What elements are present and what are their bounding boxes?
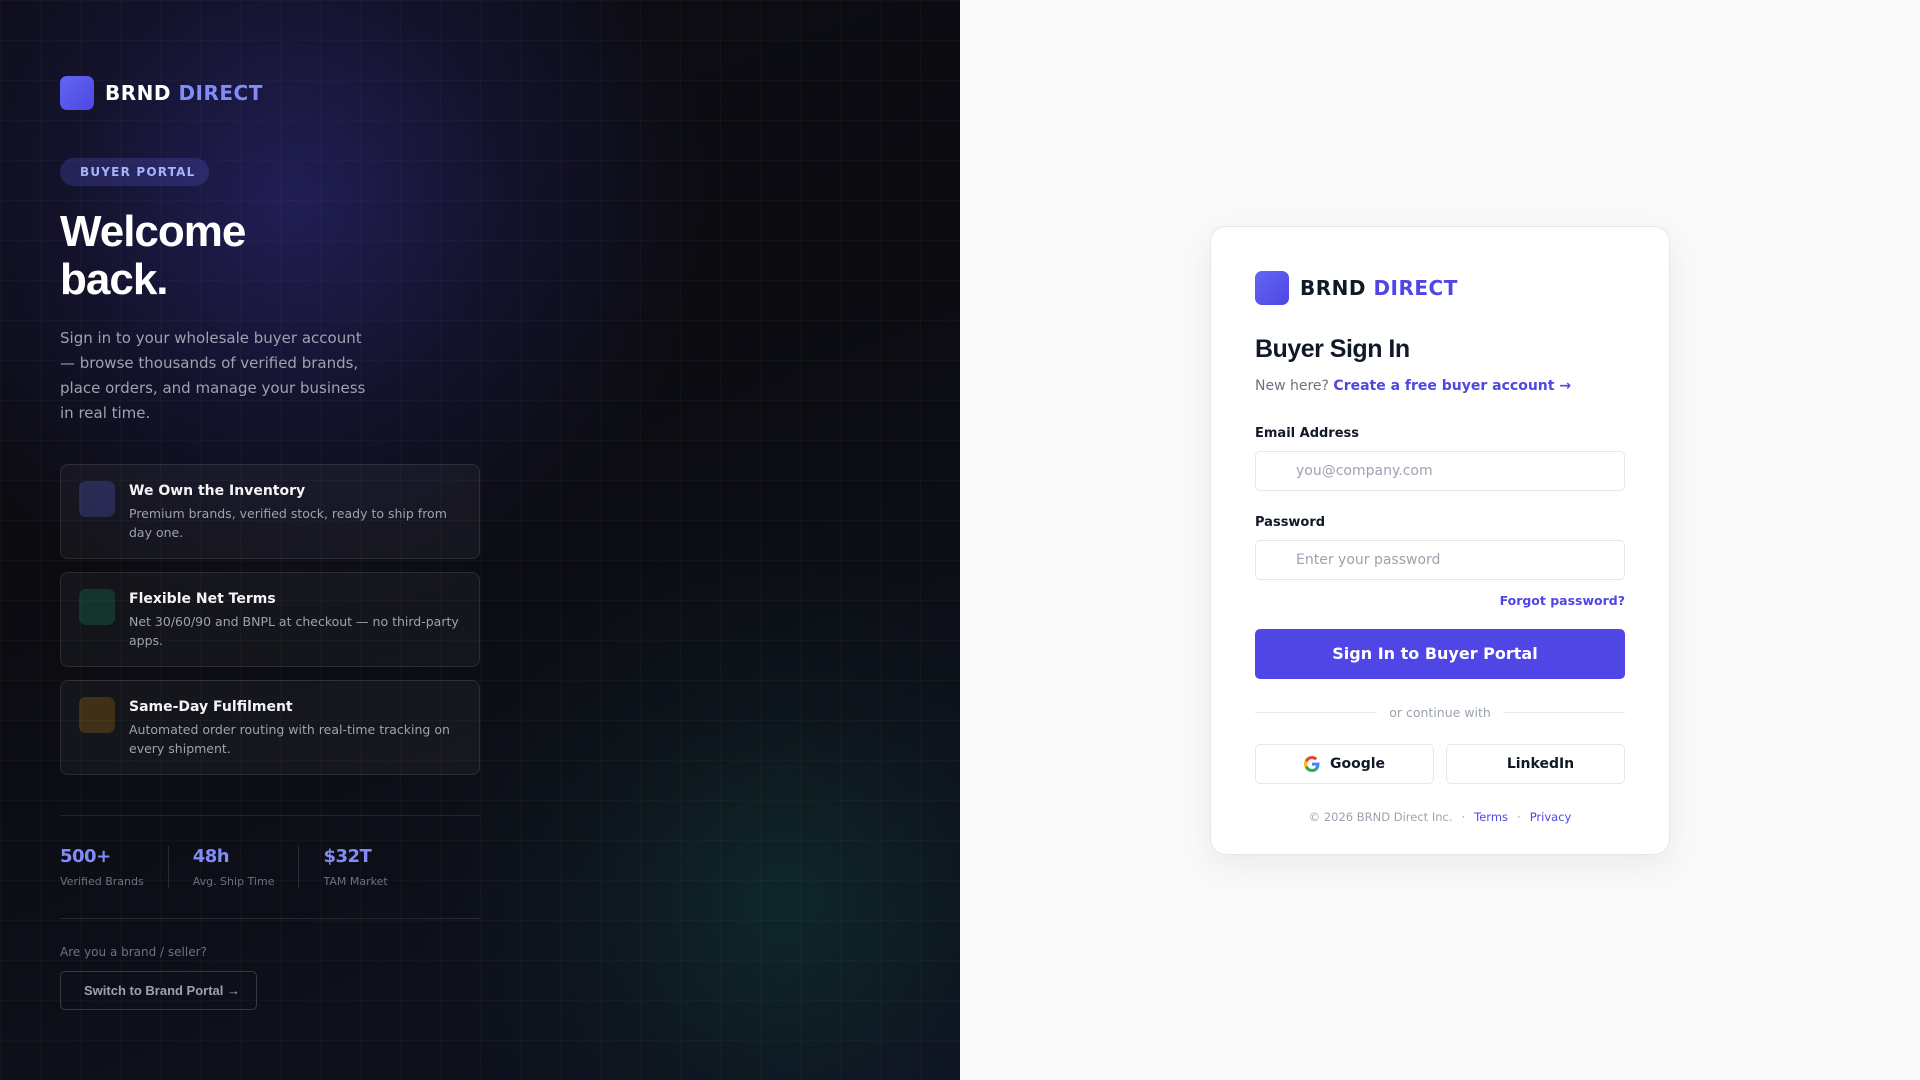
page-headline: Welcome back. — [60, 208, 480, 304]
divider-line — [1502, 711, 1626, 713]
forgot-password-link[interactable]: Forgot password? — [1500, 593, 1625, 608]
feature-title: Same-Day Fulfilment — [129, 699, 293, 715]
divider — [60, 918, 480, 919]
credit-card-icon — [79, 589, 115, 625]
signin-button[interactable]: Sign In to Buyer Portal — [1255, 628, 1625, 679]
stat-value: 500+ — [60, 846, 111, 867]
brand-logo-row[interactable]: BRND DIRECT — [60, 76, 480, 110]
warehouse-icon — [79, 481, 115, 517]
terms-link[interactable]: Terms — [1474, 810, 1508, 824]
switch-label: Switch to Brand Portal → — [84, 983, 241, 998]
signin-card: BRND DIRECT Buyer Sign In New here? Crea… — [1210, 225, 1670, 855]
new-here-text: New here? Create a free buyer account → — [1255, 378, 1625, 394]
feature-card-net-terms: Flexible Net Terms Net 30/60/90 and BNPL… — [60, 572, 480, 667]
hero-content: BRND DIRECT BUYER PORTAL Welcome back. S… — [60, 76, 480, 1010]
stat-label: Avg. Ship Time — [192, 875, 275, 888]
brand-wordmark: BRND DIRECT — [1300, 276, 1458, 300]
feature-card-fulfilment: Same-Day Fulfilment Automated order rout… — [60, 680, 480, 775]
switch-to-brand-portal-button[interactable]: Switch to Brand Portal → — [60, 971, 258, 1010]
brand-logo-icon — [60, 76, 94, 110]
social-divider: or continue with — [1255, 704, 1626, 720]
password-field-wrapper[interactable] — [1255, 539, 1625, 580]
feature-title: We Own the Inventory — [129, 483, 306, 499]
brand-name-primary: BRND — [1300, 275, 1366, 300]
social-buttons: Google LinkedIn — [1255, 743, 1625, 784]
google-label: Google — [1329, 755, 1386, 772]
create-account-link[interactable]: Create a free buyer account → — [1333, 378, 1571, 394]
footer-separator: · — [1517, 809, 1521, 824]
new-here-label: New here? — [1255, 377, 1329, 394]
stat-value: $32T — [323, 846, 372, 867]
email-input[interactable] — [1296, 462, 1610, 479]
stat-value: 48h — [192, 846, 230, 867]
google-icon — [1303, 755, 1320, 772]
headline-line-1: Welcome — [60, 207, 246, 256]
lightning-icon — [79, 697, 115, 733]
intro-text: Sign in to your wholesale buyer account … — [60, 329, 366, 422]
feature-list: We Own the Inventory Premium brands, ver… — [60, 464, 480, 775]
brand-name-accent: DIRECT — [1373, 275, 1458, 300]
email-label: Email Address — [1255, 425, 1360, 441]
stat-label: Verified Brands — [60, 875, 144, 888]
feature-description: Premium brands, verified stock, ready to… — [129, 506, 447, 540]
signin-panel: BRND DIRECT Buyer Sign In New here? Crea… — [960, 0, 1920, 1080]
footer-separator: · — [1461, 809, 1466, 824]
signin-title: Buyer Sign In — [1255, 334, 1410, 363]
feature-card-inventory: We Own the Inventory Premium brands, ver… — [60, 464, 480, 559]
linkedin-label: LinkedIn — [1506, 755, 1575, 772]
stat-label: TAM Market — [323, 875, 388, 888]
google-signin-button[interactable]: Google — [1255, 743, 1434, 784]
buyer-portal-badge: BUYER PORTAL — [60, 158, 210, 186]
card-footer: © 2026 BRND Direct Inc. · Terms · Privac… — [1255, 810, 1625, 824]
copyright: © 2026 BRND Direct Inc. — [1308, 809, 1453, 824]
hero-panel: BRND DIRECT BUYER PORTAL Welcome back. S… — [0, 0, 960, 1080]
signin-button-label: Sign In to Buyer Portal — [1332, 644, 1538, 663]
seller-question: Are you a brand / seller? — [60, 945, 207, 959]
headline-line-2: back. — [60, 255, 169, 304]
forgot-row: Forgot password? — [1255, 590, 1625, 609]
stat-ship-time: 48h Avg. Ship Time — [167, 846, 299, 888]
password-input[interactable] — [1296, 551, 1594, 568]
brand-name-primary: BRND — [105, 81, 171, 105]
stat-brands: 500+ Verified Brands — [60, 846, 168, 888]
stat-tam: $32T TAM Market — [298, 846, 411, 888]
feature-title: Flexible Net Terms — [129, 591, 276, 607]
feature-description: Net 30/60/90 and BNPL at checkout — no t… — [129, 614, 459, 648]
card-brand-row[interactable]: BRND DIRECT — [1255, 270, 1625, 305]
badge-label: BUYER PORTAL — [80, 165, 196, 179]
linkedin-signin-button[interactable]: LinkedIn — [1446, 743, 1625, 784]
privacy-link[interactable]: Privacy — [1530, 810, 1572, 824]
password-label: Password — [1255, 514, 1326, 530]
divider-text: or continue with — [1389, 704, 1491, 720]
brand-logo-icon — [1255, 270, 1289, 305]
email-field-wrapper[interactable] — [1255, 450, 1625, 491]
brand-wordmark: BRND DIRECT — [105, 81, 263, 105]
divider-line — [1255, 711, 1378, 713]
brand-name-accent: DIRECT — [178, 81, 263, 105]
stats-row: 500+ Verified Brands 48h Avg. Ship Time … — [60, 816, 480, 918]
feature-description: Automated order routing with real-time t… — [129, 722, 450, 756]
